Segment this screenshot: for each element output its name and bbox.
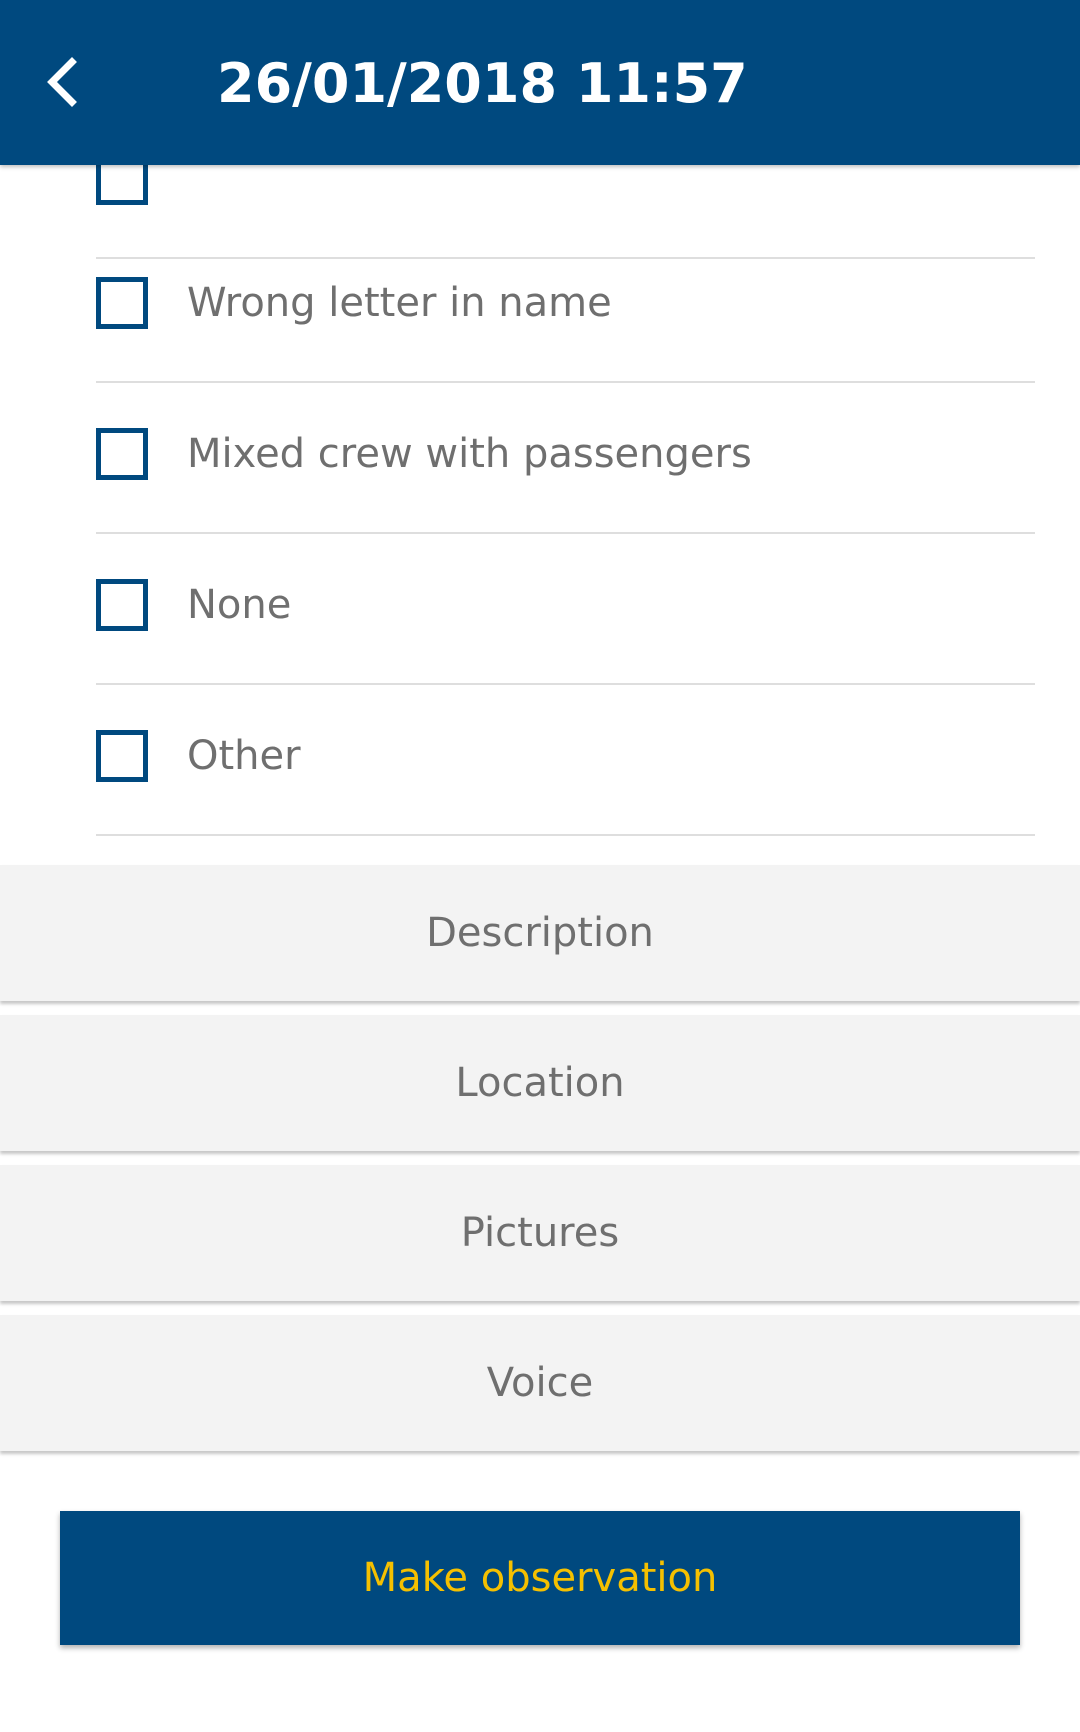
make-observation-label: Make observation: [362, 1555, 718, 1601]
section-label: Description: [426, 910, 654, 956]
section-label: Location: [455, 1060, 625, 1106]
section-label: Pictures: [460, 1210, 620, 1256]
checklist-item-label: Mixed crew with passengers: [187, 431, 752, 477]
checkbox[interactable]: [96, 730, 148, 782]
page-title: 26/01/2018 11:57: [217, 52, 748, 115]
pictures-section-button[interactable]: Pictures: [0, 1165, 1080, 1301]
observation-screen: 26/01/2018 11:57 Wrong letter in name Mi…: [0, 0, 1080, 1732]
checkbox[interactable]: [96, 428, 148, 480]
app-bar: 26/01/2018 11:57: [0, 0, 1080, 165]
chevron-left-icon: [47, 57, 77, 107]
checklist-item-other[interactable]: Other: [96, 685, 1035, 836]
location-section-button[interactable]: Location: [0, 1015, 1080, 1151]
checklist-item-label: Other: [187, 733, 301, 779]
checkbox[interactable]: [96, 277, 148, 329]
voice-section-button[interactable]: Voice: [0, 1315, 1080, 1451]
description-section-button[interactable]: Description: [0, 865, 1080, 1001]
back-button[interactable]: [24, 40, 108, 124]
checklist-item-label: Wrong letter in name: [187, 280, 612, 326]
make-observation-button[interactable]: Make observation: [60, 1511, 1020, 1645]
checklist-item-none[interactable]: None: [96, 534, 1035, 685]
section-label: Voice: [486, 1360, 594, 1406]
checkbox[interactable]: [96, 165, 148, 205]
checkbox[interactable]: [96, 579, 148, 631]
checklist-item-wrong-letter[interactable]: Wrong letter in name: [96, 232, 1035, 383]
checklist-item-mixed-crew[interactable]: Mixed crew with passengers: [96, 383, 1035, 534]
checklist: Wrong letter in name Mixed crew with pas…: [0, 165, 1080, 865]
checklist-item-label: None: [187, 582, 292, 628]
